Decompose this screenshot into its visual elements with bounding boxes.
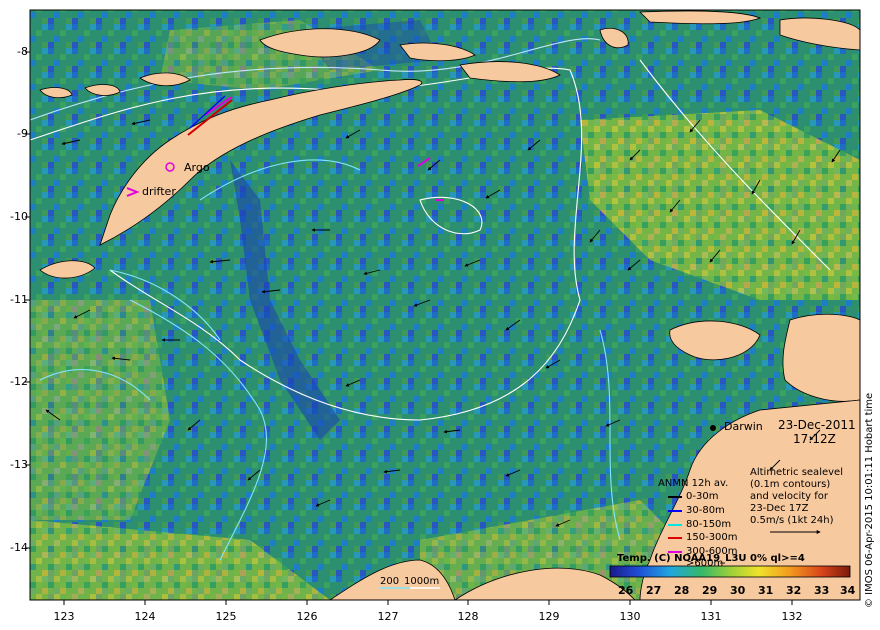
lon-label: 128 <box>457 610 479 623</box>
colorbar-tick: 30 <box>730 584 746 597</box>
anmn-legend-item: 30-80m <box>686 505 725 516</box>
colorbar-tick: 29 <box>702 584 718 597</box>
lon-label: 123 <box>53 610 75 623</box>
altimetry-line: 0.5m/s (1kt 24h) <box>750 515 834 526</box>
darwin-label: Darwin <box>724 420 763 433</box>
colorbar-tick: 34 <box>840 584 856 597</box>
imos-credit: © IMOS 06-Apr-2015 10:01:11 Hobart time <box>864 392 875 608</box>
altimetry-line: Altimetric sealevel <box>750 467 843 478</box>
lon-label: 124 <box>134 610 156 623</box>
anmn-legend-item: 0-30m <box>686 491 719 502</box>
lon-label: 129 <box>538 610 560 623</box>
lat-label: -8 <box>17 45 28 58</box>
colorbar-tick: 32 <box>786 584 802 597</box>
temperature-title: Temp. (C) NOAA19_L3U 0% ql>=4 <box>617 553 805 564</box>
anmn-legend-title: ANMN 12h av. <box>658 478 729 489</box>
depth-200-label: 200 <box>380 576 400 587</box>
lat-label: -12 <box>10 375 28 388</box>
anmn-legend-item: 80-150m <box>686 519 732 530</box>
lon-label: 131 <box>700 610 722 623</box>
anmn-legend-item: 150-300m <box>686 532 738 543</box>
sst-map <box>25 9 861 605</box>
colorbar-tick: 26 <box>618 584 634 597</box>
altimetry-line: (0.1m contours) <box>750 479 831 490</box>
timestamp-date: 23-Dec-2011 <box>778 418 856 432</box>
depth-1000-label: 1000m <box>404 576 440 587</box>
drifter-label: drifter <box>142 185 176 198</box>
altimetry-note: Altimetric sealevel (0.1m contours) and … <box>750 467 843 527</box>
argo-label: Argo <box>184 161 210 174</box>
lat-label: -13 <box>10 458 28 471</box>
lat-label: -10 <box>10 210 28 223</box>
colorbar-tick: 33 <box>814 584 830 597</box>
lon-label: 130 <box>619 610 641 623</box>
lon-label: 125 <box>215 610 237 623</box>
lon-label: 126 <box>296 610 318 623</box>
colorbar-tick: 31 <box>758 584 774 597</box>
colorbar-tick: 28 <box>674 584 690 597</box>
colorbar-tick: 27 <box>646 584 662 597</box>
lat-label: -11 <box>10 293 28 306</box>
lon-label: 127 <box>377 610 399 623</box>
timestamp-time: 17:12Z <box>793 432 836 446</box>
lon-label: 132 <box>781 610 803 623</box>
lat-label: -9 <box>17 127 28 140</box>
altimetry-line: 23-Dec 17Z <box>750 503 809 514</box>
altimetry-line: and velocity for <box>750 491 829 502</box>
lat-label: -14 <box>10 541 28 554</box>
